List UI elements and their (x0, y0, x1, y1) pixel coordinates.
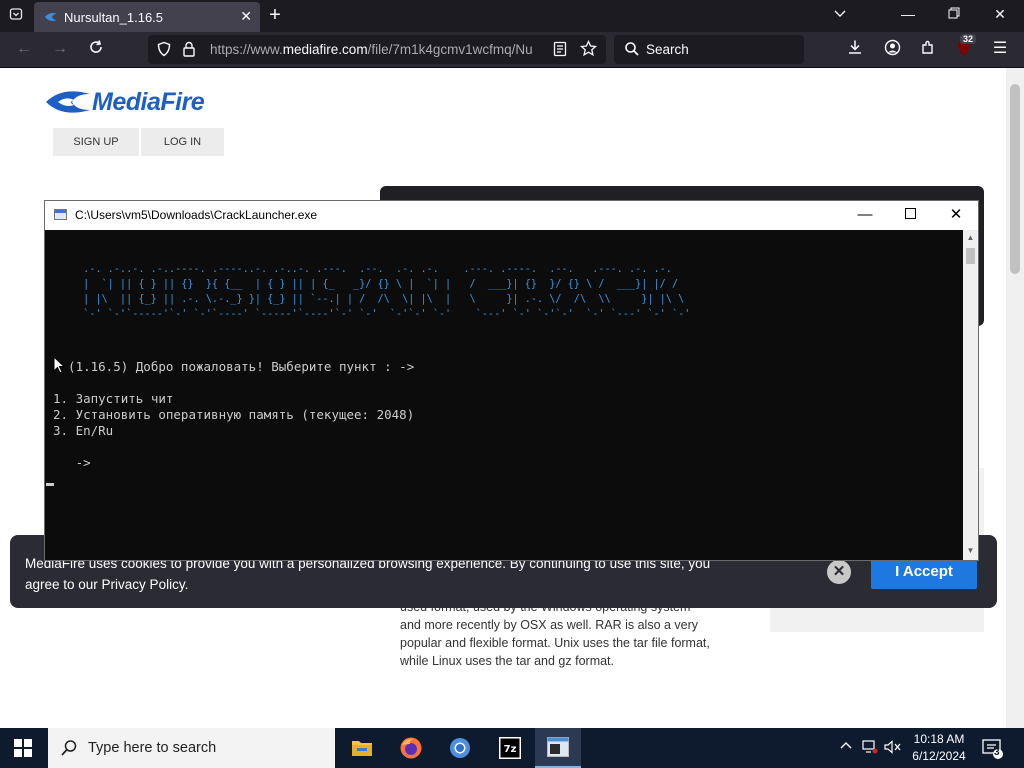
page-scrollbar[interactable] (1006, 68, 1024, 728)
text-line: and more recently by OSX as well. RAR is… (400, 618, 699, 632)
search-icon (624, 41, 640, 62)
input-prompt: -> (53, 455, 91, 470)
chromium-taskbar-icon[interactable] (437, 728, 483, 768)
text-cursor (46, 483, 54, 486)
console-taskbar-icon[interactable] (535, 728, 581, 768)
banner-line: `-' `-'`-----'`-' `-'`----' `-----'`----… (77, 309, 691, 320)
browser-tab-bar: Nursultan_1.16.5 ✕ + — ✕ (0, 0, 1024, 32)
firefox-taskbar-icon[interactable] (388, 728, 434, 768)
account-icon[interactable] (882, 39, 902, 59)
taskbar-search-box[interactable]: Type here to search (48, 728, 335, 768)
new-tab-icon[interactable]: + (264, 4, 286, 27)
extensions-icon[interactable] (918, 39, 938, 59)
browser-nav-bar: ← → https://www.mediafire.com/file/7m1k4… (0, 32, 1024, 68)
sign-up-button[interactable]: SIGN UP (53, 128, 139, 156)
url-path: /file/7m1k4gcmv1wcfmq/Nu (367, 42, 533, 57)
forward-icon[interactable]: → (50, 39, 70, 59)
console-output[interactable]: .-. .-..-. .-..----. .----..-. .-..-. .-… (45, 230, 963, 560)
mediafire-logo-icon (46, 91, 90, 113)
7zip-taskbar-icon[interactable]: 7z (486, 728, 532, 768)
mediafire-logo[interactable]: MediaFire (44, 88, 205, 121)
banner-line: | `| || { } || {} }{ {__ | { } || | {_ _… (77, 279, 679, 290)
clock[interactable]: 10:18 AM 6/12/2024 (906, 731, 972, 765)
console-scroll-thumb[interactable] (966, 248, 975, 264)
browser-tab-active[interactable]: Nursultan_1.16.5 ✕ (34, 2, 260, 32)
taskbar-search-placeholder: Type here to search (88, 740, 217, 756)
banner-line: .-. .-..-. .-..----. .----..-. .-..-. .-… (77, 264, 672, 275)
tab-close-icon[interactable]: ✕ (240, 8, 252, 25)
notification-count: 3 (994, 747, 1000, 758)
menu-item-3: 3. En/Ru (53, 423, 114, 438)
tab-list-icon[interactable] (6, 6, 26, 26)
back-icon[interactable]: ← (14, 39, 34, 59)
scroll-down-icon[interactable]: ▼ (965, 546, 976, 555)
windows-taskbar: Type here to search 7z 10:18 AM 6/12/202… (0, 728, 1024, 768)
address-bar[interactable]: https://www.mediafire.com/file/7m1k4gcmv… (148, 35, 606, 64)
tab-title: Nursultan_1.16.5 (64, 10, 164, 25)
close-window-icon[interactable]: ✕ (990, 6, 1010, 23)
svg-text:7z: 7z (504, 744, 517, 755)
console-app-icon (54, 209, 67, 220)
taskbar-search-icon (61, 740, 77, 756)
menu-item-1: 1. Запустить чит (53, 391, 174, 406)
restore-icon[interactable] (944, 6, 964, 22)
ublock-count-badge: 32 (960, 34, 977, 44)
logo-text: MediaFire (92, 88, 205, 116)
clock-date: 6/12/2024 (912, 749, 966, 763)
console-maximize-icon[interactable] (899, 204, 921, 226)
page-scroll-thumb[interactable] (1010, 84, 1020, 274)
show-hidden-icons-icon[interactable] (840, 740, 852, 755)
notifications-icon[interactable] (982, 738, 1004, 763)
text-line: while Linux uses the tar and gz format. (400, 654, 615, 668)
scroll-up-icon[interactable]: ▲ (965, 233, 976, 242)
downloads-icon[interactable] (845, 39, 865, 59)
network-icon[interactable] (862, 740, 878, 757)
windows-start-icon[interactable] (14, 739, 32, 757)
reload-icon[interactable] (86, 39, 106, 59)
lock-icon[interactable] (182, 41, 196, 62)
file-format-description: used format, used by the Windows operati… (400, 598, 730, 670)
url-prefix: https://www. (210, 42, 283, 57)
text-line: popular and flexible format. Unix uses t… (400, 636, 710, 650)
ascii-banner: .-. .-..-. .-..----. .----..-. .-..-. .-… (77, 262, 690, 322)
url-domain: mediafire.com (282, 42, 368, 57)
search-placeholder: Search (646, 42, 689, 57)
tracking-protection-icon[interactable] (156, 41, 172, 62)
mediafire-favicon-icon (45, 13, 57, 21)
clock-time: 10:18 AM (913, 732, 965, 746)
console-title: C:\Users\vm5\Downloads\CrackLauncher.exe (75, 208, 318, 222)
cookie-dismiss-button[interactable]: ✕ (827, 560, 851, 584)
bookmark-star-icon[interactable] (579, 39, 598, 62)
log-in-button[interactable]: LOG IN (141, 128, 224, 156)
menu-item-2: 2. Установить оперативную память (текуще… (53, 407, 415, 422)
reader-view-icon[interactable] (552, 41, 568, 62)
welcome-line: (1.16.5) Добро пожаловать! Выберите пунк… (53, 359, 415, 374)
app-menu-icon[interactable]: ☰ (990, 39, 1010, 59)
url-text[interactable]: https://www.mediafire.com/file/7m1k4gcmv… (210, 42, 540, 57)
volume-muted-icon[interactable] (884, 740, 902, 757)
console-scrollbar[interactable]: ▲ ▼ (963, 230, 978, 560)
console-minimize-icon[interactable]: — (854, 204, 876, 226)
minimize-icon[interactable]: — (898, 6, 918, 22)
banner-line: | |\ || {_} || .-. \.-._} }| {_} || `--.… (77, 294, 685, 305)
search-box[interactable]: Search (614, 35, 804, 64)
console-window[interactable]: C:\Users\vm5\Downloads\CrackLauncher.exe… (44, 200, 979, 561)
console-close-icon[interactable]: ✕ (945, 204, 967, 226)
file-explorer-taskbar-icon[interactable] (339, 728, 385, 768)
console-title-bar[interactable]: C:\Users\vm5\Downloads\CrackLauncher.exe… (45, 201, 978, 230)
list-all-tabs-icon[interactable] (830, 6, 850, 23)
